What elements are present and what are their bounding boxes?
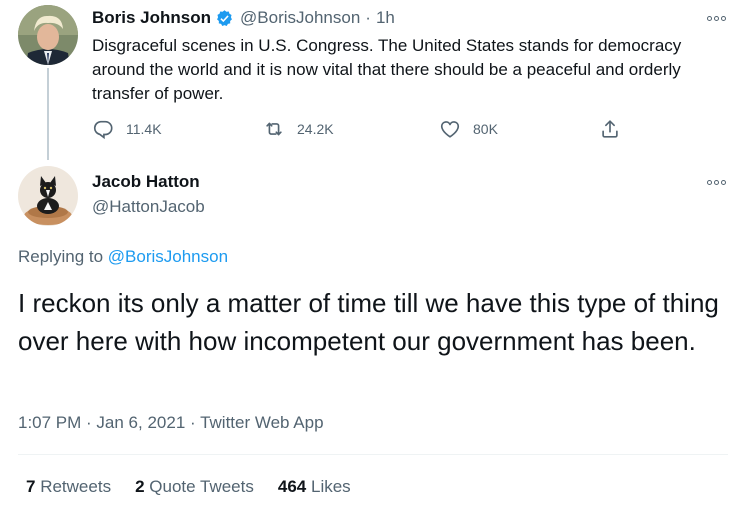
tweet-stats-bar: 7 Retweets 2 Quote Tweets 464 Likes [26,477,375,497]
divider [18,454,728,455]
parent-tweet-header: Boris Johnson @BorisJohnson · 1h [92,7,395,29]
like-button[interactable]: 80K [439,117,498,141]
reply-count: 11.4K [126,121,162,137]
avatar-jacob-hatton[interactable] [18,166,78,226]
retweet-count: 24.2K [297,121,334,137]
reply-tweet-timestamp[interactable]: 1:07 PM · Jan 6, 2021 · Twitter Web App [18,413,324,433]
reply-author-name[interactable]: Jacob Hatton [92,172,200,192]
share-icon [602,120,618,138]
quote-tweets-stat-link[interactable]: 2 Quote Tweets [135,477,254,497]
heart-icon [440,121,460,138]
likes-label: Likes [310,477,351,496]
thread-connector-line [47,68,49,160]
reply-button[interactable]: 11.4K [92,117,162,141]
parent-author-handle[interactable]: @BorisJohnson [240,8,360,28]
retweets-count: 7 [26,477,36,496]
reply-author-handle[interactable]: @HattonJacob [92,197,205,217]
header-separator: · [365,8,371,27]
replying-to-prefix: Replying to [18,247,108,266]
avatar-boris-johnson[interactable] [18,5,78,65]
retweet-button[interactable]: 24.2K [263,117,334,141]
quote-tweets-label: Quote Tweets [149,477,254,496]
replying-to-mention-link[interactable]: @BorisJohnson [108,247,228,266]
reply-tweet-text: I reckon its only a matter of time till … [18,288,719,356]
quote-tweets-count: 2 [135,477,145,496]
more-options-icon[interactable] [704,12,728,24]
retweet-icon [266,122,282,136]
reply-icon [93,120,113,140]
more-options-icon[interactable] [704,176,728,188]
retweets-stat-link[interactable]: 7 Retweets [26,477,111,497]
parent-author-name[interactable]: Boris Johnson [92,8,211,28]
parent-tweet-text: Disgraceful scenes in U.S. Congress. The… [92,36,682,103]
retweets-label: Retweets [40,477,112,496]
likes-count: 464 [277,477,307,496]
verified-badge-icon [217,9,232,26]
likes-stat-link[interactable]: 464 Likes [278,477,351,497]
like-count: 80K [473,121,498,137]
parent-tweet-time[interactable]: 1h [376,8,395,28]
share-button[interactable] [599,117,621,141]
replying-to-line: Replying to @BorisJohnson [18,247,228,267]
